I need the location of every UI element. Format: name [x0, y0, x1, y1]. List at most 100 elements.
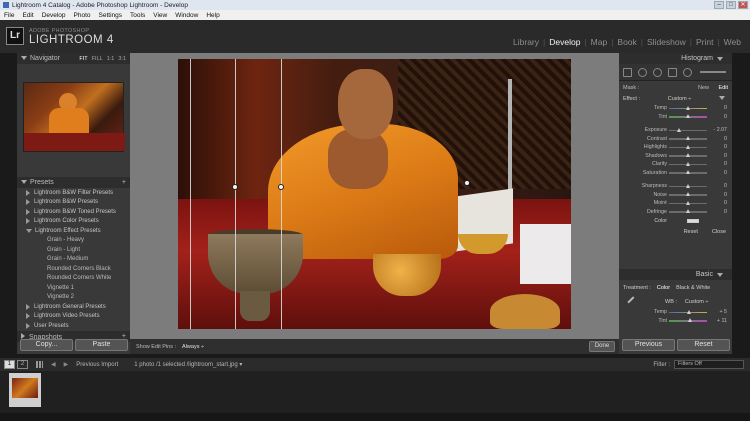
- red-eye-icon[interactable]: [653, 67, 662, 77]
- back-arrow-icon[interactable]: ◀: [51, 361, 56, 368]
- preset-item[interactable]: Rounded Corners Black: [17, 264, 130, 274]
- paste-button[interactable]: Paste: [75, 339, 128, 351]
- preset-folder[interactable]: Lightroom Effect Presets: [17, 226, 130, 236]
- preset-folder[interactable]: Lightroom Color Presets: [17, 217, 130, 227]
- slider-knob[interactable]: [685, 192, 690, 196]
- add-preset-button[interactable]: +: [122, 179, 126, 186]
- slider-knob[interactable]: [685, 136, 690, 140]
- filmstrip-thumbnail[interactable]: [9, 373, 41, 407]
- minimize-button[interactable]: –: [714, 1, 724, 9]
- slider-defringe[interactable]: Defringe 0: [619, 208, 732, 217]
- zoom-fill[interactable]: FILL: [92, 56, 103, 62]
- graduated-filter-line[interactable]: [281, 59, 282, 329]
- module-print[interactable]: Print: [693, 37, 716, 47]
- presets-header[interactable]: Presets +: [17, 177, 130, 188]
- right-panel-edge[interactable]: [732, 53, 750, 354]
- mask-new-button[interactable]: New: [698, 85, 709, 91]
- preset-folder[interactable]: Lightroom General Presets: [17, 302, 130, 312]
- slider-knob[interactable]: [685, 161, 690, 166]
- menu-tools[interactable]: Tools: [130, 12, 145, 19]
- edit-pin-selected[interactable]: [278, 184, 284, 190]
- treatment-bw[interactable]: Black & White: [676, 285, 710, 291]
- slider-tint[interactable]: Tint + 11: [619, 317, 732, 326]
- slider-knob[interactable]: [685, 153, 690, 157]
- graduated-filter-line[interactable]: [235, 59, 236, 329]
- zoom-3-1[interactable]: 3:1: [118, 56, 126, 62]
- close-mask-button[interactable]: Close: [712, 229, 726, 235]
- slider-exposure[interactable]: Exposure - 2.07: [619, 126, 732, 135]
- slider-tint[interactable]: Tint 0: [619, 113, 732, 122]
- slider-shadows[interactable]: Shadows 0: [619, 152, 732, 161]
- effect-select[interactable]: Custom ÷: [668, 96, 692, 102]
- preset-folder[interactable]: Lightroom Video Presets: [17, 312, 130, 322]
- maximize-button[interactable]: □: [726, 1, 736, 9]
- module-map[interactable]: Map: [588, 37, 611, 47]
- preset-item[interactable]: Vignette 2: [17, 293, 130, 303]
- menu-view[interactable]: View: [153, 12, 167, 19]
- slider-noise[interactable]: Noise 0: [619, 191, 732, 200]
- preset-item[interactable]: Grain - Medium: [17, 255, 130, 265]
- reset-mask-button[interactable]: Reset: [684, 229, 698, 235]
- adjustment-brush-icon[interactable]: [683, 67, 692, 77]
- preset-item[interactable]: Vignette 1: [17, 283, 130, 293]
- preset-folder[interactable]: User Presets: [17, 321, 130, 331]
- slider-temp[interactable]: Temp 0: [619, 104, 732, 113]
- menu-develop[interactable]: Develop: [42, 12, 66, 19]
- spot-removal-icon[interactable]: [638, 67, 647, 77]
- slider-knob[interactable]: [677, 127, 682, 132]
- bottom-edge[interactable]: [0, 413, 750, 421]
- menu-file[interactable]: File: [4, 12, 14, 19]
- treatment-color[interactable]: Color: [657, 285, 670, 291]
- graduated-filter-icon[interactable]: [668, 67, 677, 77]
- page-2-button[interactable]: 2: [17, 360, 28, 369]
- slider-knob[interactable]: [685, 144, 690, 149]
- filter-select[interactable]: Filters Off: [674, 360, 744, 369]
- slider-saturation[interactable]: Saturation 0: [619, 169, 732, 178]
- source-label[interactable]: Previous Import: [76, 362, 118, 368]
- module-web[interactable]: Web: [721, 37, 744, 47]
- slider-moir[interactable]: Moiré 0: [619, 199, 732, 208]
- wb-select[interactable]: Custom ÷: [685, 299, 709, 305]
- slider-highlights[interactable]: Highlights 0: [619, 143, 732, 152]
- copy-button[interactable]: Copy...: [20, 339, 73, 351]
- slider-knob[interactable]: [685, 105, 690, 110]
- slider-knob[interactable]: [687, 318, 692, 322]
- slider-clarity[interactable]: Clarity 0: [619, 160, 732, 169]
- zoom-1-1[interactable]: 1:1: [107, 56, 115, 62]
- slider-knob[interactable]: [685, 209, 690, 213]
- preset-folder[interactable]: Lightroom B&W Presets: [17, 198, 130, 208]
- tool-slider[interactable]: [700, 71, 726, 73]
- color-swatch[interactable]: [687, 218, 699, 223]
- previous-button[interactable]: Previous: [622, 339, 675, 351]
- photo[interactable]: [178, 59, 571, 329]
- navigator-header[interactable]: Navigator FIT FILL 1:1 3:1: [17, 53, 130, 64]
- zoom-fit[interactable]: FIT: [79, 56, 87, 62]
- preset-folder[interactable]: Lightroom B&W Filter Presets: [17, 188, 130, 198]
- show-edit-pins-select[interactable]: Always ÷: [182, 344, 204, 350]
- basic-header[interactable]: Basic: [619, 269, 732, 280]
- edit-pin[interactable]: [464, 180, 470, 186]
- reset-button[interactable]: Reset: [677, 339, 730, 351]
- close-button[interactable]: ✕: [738, 1, 748, 9]
- slider-knob[interactable]: [686, 309, 691, 314]
- histogram-header[interactable]: Histogram: [619, 53, 732, 64]
- mask-edit-button[interactable]: Edit: [719, 85, 728, 91]
- module-book[interactable]: Book: [614, 37, 639, 47]
- slider-sharpness[interactable]: Sharpness 0: [619, 182, 732, 191]
- slider-knob[interactable]: [685, 200, 690, 205]
- eyedropper-icon[interactable]: [627, 296, 639, 308]
- preset-item[interactable]: Grain - Light: [17, 245, 130, 255]
- edit-pin[interactable]: [232, 184, 238, 190]
- module-develop[interactable]: Develop: [546, 37, 583, 47]
- preset-folder[interactable]: Lightroom B&W Toned Presets: [17, 207, 130, 217]
- selection-info[interactable]: 1 photo /1 selected /lightroom_start.jpg…: [134, 361, 242, 368]
- slider-temp[interactable]: Temp + 5: [619, 308, 732, 317]
- slider-knob[interactable]: [685, 114, 690, 118]
- crop-tool-icon[interactable]: [623, 67, 632, 77]
- page-1-button[interactable]: 1: [4, 360, 15, 369]
- module-library[interactable]: Library: [510, 37, 542, 47]
- left-panel-edge[interactable]: [0, 53, 17, 354]
- slider-knob[interactable]: [685, 170, 690, 174]
- preset-item[interactable]: Grain - Heavy: [17, 236, 130, 246]
- menu-window[interactable]: Window: [175, 12, 198, 19]
